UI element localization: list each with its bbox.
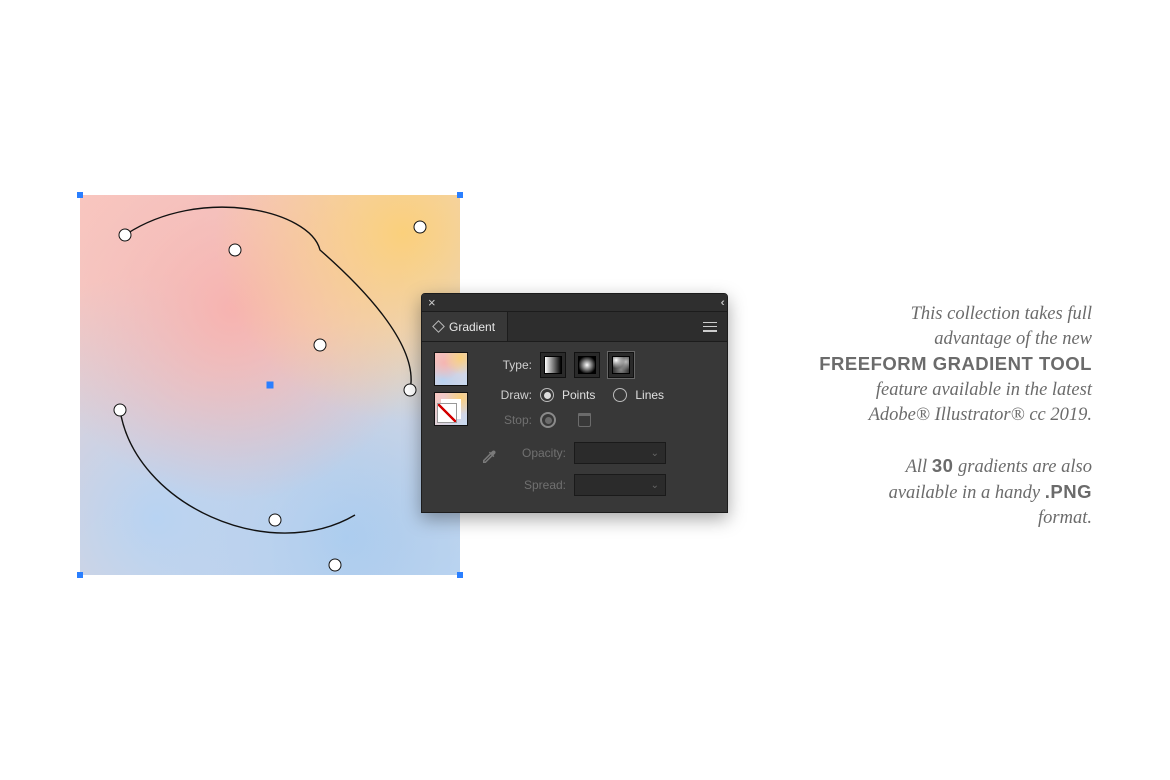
draw-lines-radio[interactable] (613, 388, 627, 402)
radial-gradient-icon (578, 356, 596, 374)
gradient-node[interactable] (404, 384, 417, 397)
copy-line: This collection takes full (911, 304, 1092, 324)
opacity-label: Opacity: (514, 446, 566, 460)
spread-row: Spread: ⌄ (514, 474, 666, 496)
close-icon[interactable]: × (428, 296, 436, 309)
copy-line: feature available in the latest (876, 380, 1092, 400)
draw-points-label: Points (562, 388, 595, 402)
opacity-dropdown[interactable]: ⌄ (574, 442, 666, 464)
swatch-column (434, 352, 468, 496)
copy-bold: .PNG (1045, 481, 1092, 502)
delete-stop-icon[interactable] (578, 413, 591, 427)
linear-gradient-icon (544, 356, 562, 374)
spread-label: Spread: (514, 478, 566, 492)
marketing-copy: This collection takes full advantage of … (782, 302, 1092, 531)
gradient-node[interactable] (269, 514, 282, 527)
copy-line: format. (1038, 508, 1092, 528)
copy-line: gradients are also (953, 457, 1092, 477)
panel-titlebar[interactable]: × ‹‹ (422, 294, 727, 312)
eyedropper-icon[interactable] (480, 448, 498, 466)
type-label: Type: (480, 358, 532, 372)
type-radial-button[interactable] (574, 352, 600, 378)
selection-handle-top-right[interactable] (457, 192, 463, 198)
freeform-gradient-icon (612, 356, 630, 374)
selection-handle-top-left[interactable] (77, 192, 83, 198)
color-stop-icon[interactable] (540, 412, 556, 428)
tab-spacer (508, 312, 693, 341)
none-icon (437, 403, 457, 423)
opacity-row: Opacity: ⌄ (514, 442, 666, 464)
gradient-node[interactable] (119, 229, 132, 242)
gradient-node[interactable] (114, 404, 127, 417)
type-linear-button[interactable] (540, 352, 566, 378)
gradient-node[interactable] (229, 244, 242, 257)
selection-center[interactable] (267, 382, 274, 389)
lower-controls: Opacity: ⌄ Spread: ⌄ (480, 442, 715, 496)
draw-points-radio[interactable] (540, 388, 554, 402)
gradient-node[interactable] (414, 221, 427, 234)
panel-controls: Type: Draw: Points Lines Stop: (480, 352, 715, 496)
panel-body: Type: Draw: Points Lines Stop: (422, 342, 727, 512)
type-freeform-button[interactable] (608, 352, 634, 378)
copy-line: available in a handy (889, 483, 1045, 503)
gradient-tab-icon (432, 320, 445, 333)
draw-label: Draw: (480, 388, 532, 402)
spread-dropdown[interactable]: ⌄ (574, 474, 666, 496)
stroke-swatch[interactable] (434, 392, 468, 426)
artboard-selection (80, 195, 460, 575)
gradient-panel: × ‹‹ Gradient Type: (421, 293, 728, 513)
copy-bold: FREEFORM GRADIENT TOOL (819, 353, 1092, 374)
copy-paragraph-2: All 30 gradients are also available in a… (782, 454, 1092, 531)
tab-gradient[interactable]: Gradient (422, 312, 508, 341)
fill-swatch[interactable] (434, 352, 468, 386)
tab-label: Gradient (449, 320, 495, 334)
copy-line: All (906, 457, 932, 477)
copy-bold: 30 (932, 455, 954, 476)
copy-line: Adobe® Illustrator® cc 2019. (869, 405, 1092, 425)
panel-tabs: Gradient (422, 312, 727, 342)
gradient-node[interactable] (329, 559, 342, 572)
selection-handle-bottom-left[interactable] (77, 572, 83, 578)
copy-line: advantage of the new (934, 329, 1092, 349)
chevron-down-icon: ⌄ (651, 448, 659, 459)
type-row: Type: (480, 352, 715, 378)
draw-row: Draw: Points Lines (480, 388, 715, 402)
menu-icon (703, 322, 717, 332)
stop-row: Stop: (480, 412, 715, 428)
selection-handle-bottom-right[interactable] (457, 572, 463, 578)
draw-lines-label: Lines (635, 388, 664, 402)
copy-paragraph-1: This collection takes full advantage of … (782, 302, 1092, 428)
stop-label: Stop: (480, 413, 532, 427)
chevron-down-icon: ⌄ (651, 480, 659, 491)
panel-menu-button[interactable] (693, 312, 727, 341)
gradient-node[interactable] (314, 339, 327, 352)
